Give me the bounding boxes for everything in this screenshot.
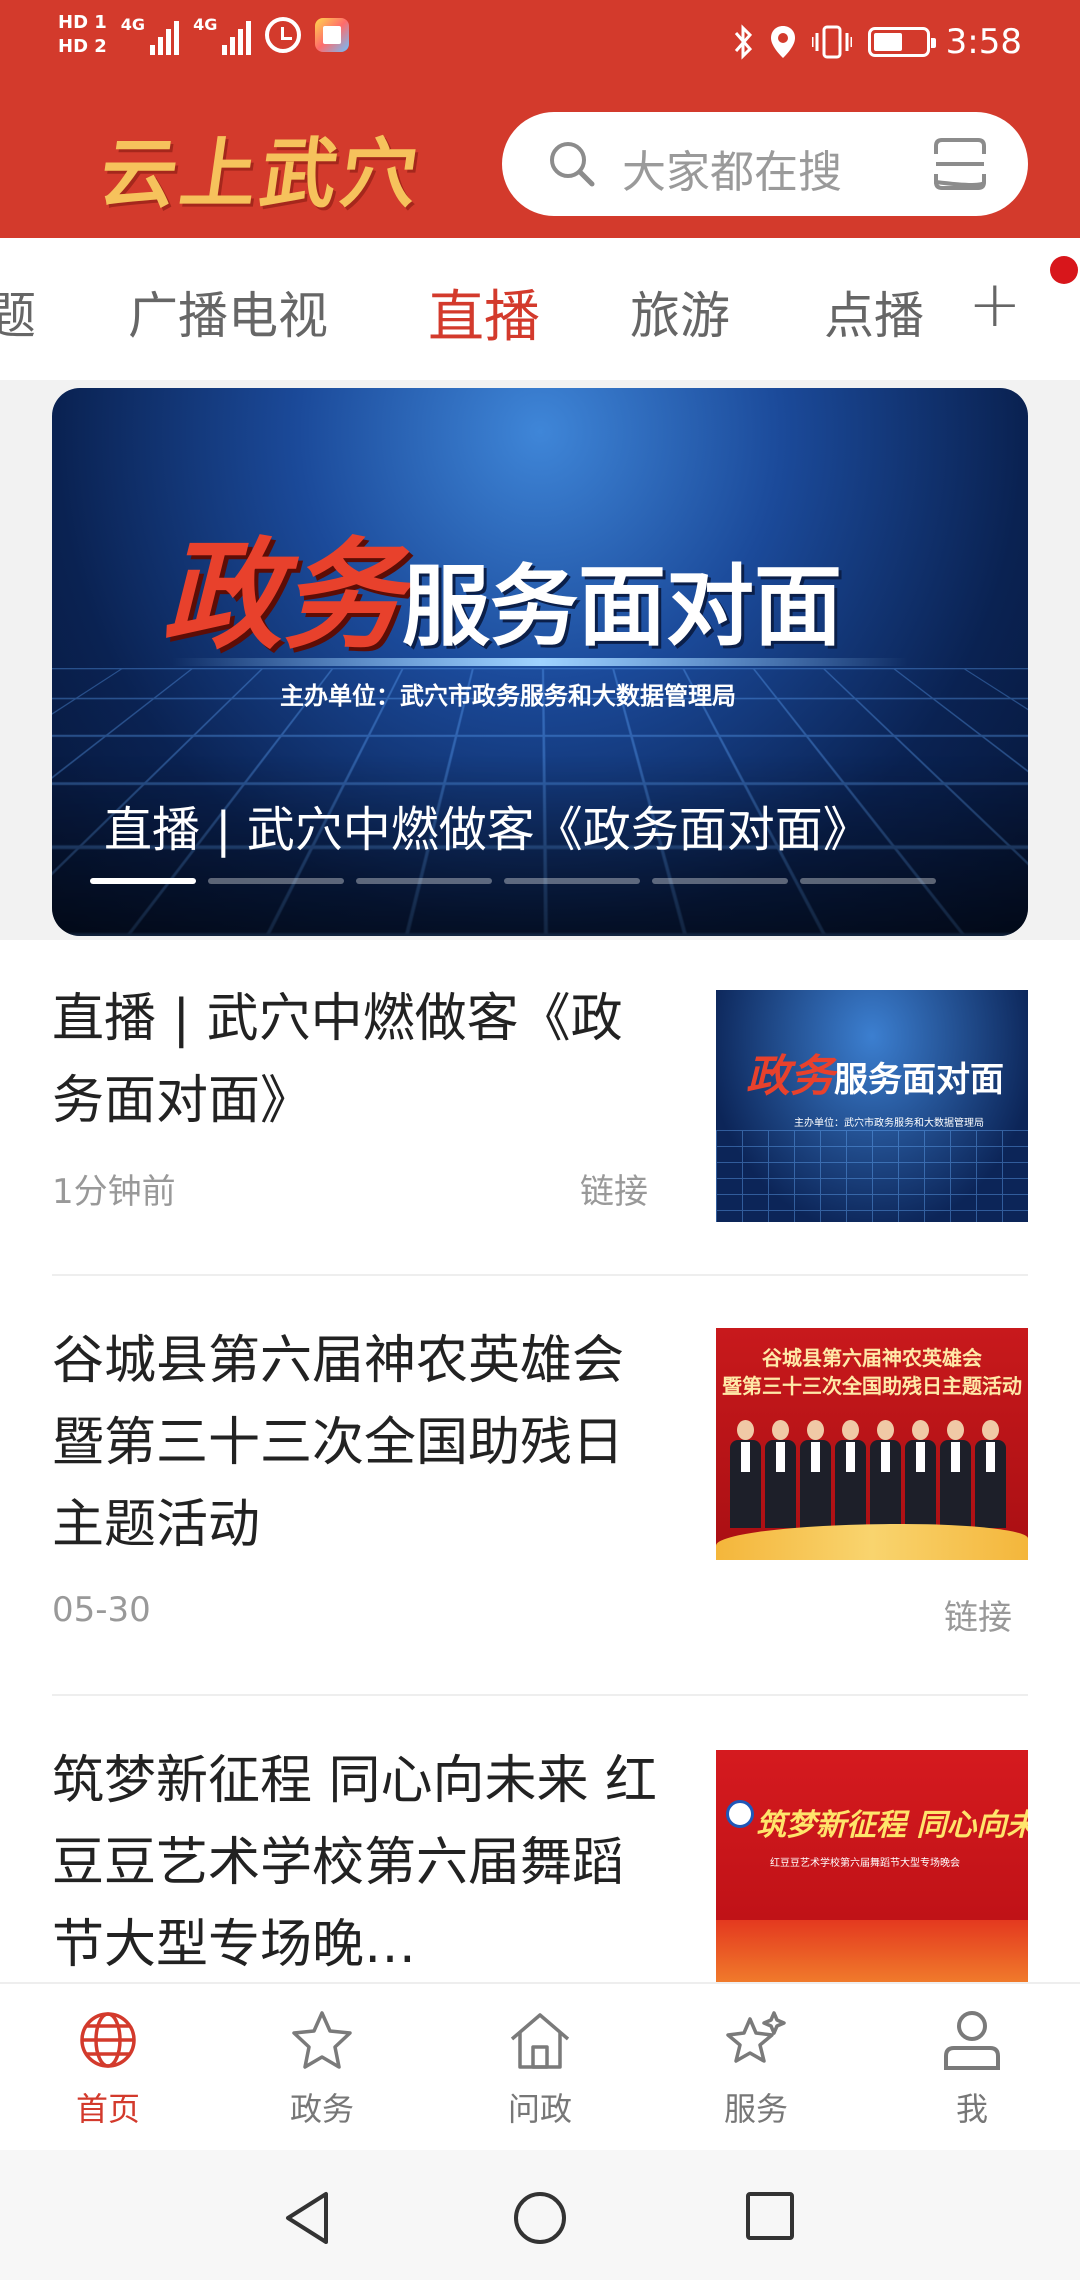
- thumbnail-skyline: [716, 1920, 1028, 1982]
- news-thumbnail: 筑梦新征程 同心向未来 红豆豆艺术学校第六届舞蹈节大型专场晚会: [716, 1750, 1028, 1982]
- tab-channel-topic[interactable]: 题: [0, 276, 36, 348]
- channel-tabs: 题 广播电视 直播 旅游 点播 +: [0, 238, 1080, 380]
- thumbnail-people: [730, 1420, 1006, 1528]
- banner-dot-active[interactable]: [90, 878, 196, 884]
- thumbnail-grid: [716, 1130, 1028, 1222]
- signal-icon: 4G: [193, 15, 252, 55]
- battery-icon: [867, 27, 936, 57]
- nav-label: 问政: [507, 2090, 572, 2128]
- banner-title-white: 服务面对面: [402, 554, 843, 658]
- nav-item-me[interactable]: 我: [892, 2002, 1052, 2130]
- school-logo-icon: [726, 1800, 754, 1828]
- divider: [52, 1274, 1028, 1276]
- thumbnail-subtitle: 暨第三十三次全国助残日主题活动: [722, 1374, 1022, 1398]
- news-title: 谷城县第六届神农英雄会暨第三十三次全国助残日主题活动: [52, 1331, 625, 1555]
- hd1-label: HD 1: [58, 12, 107, 33]
- news-title: 筑梦新征程 同心向未来 红豆豆艺术学校第六届舞蹈节大型专场晚…: [52, 1751, 658, 1975]
- thumbnail-title: 谷城县第六届神农英雄会: [762, 1346, 982, 1370]
- network-type-1: 4G: [120, 15, 146, 34]
- nav-item-inquiry[interactable]: 问政: [460, 2002, 620, 2130]
- app-header: HD 1 HD 2 4G 4G 3:58 云上武穴 大家都在搜: [0, 0, 1080, 238]
- banner-dot[interactable]: [652, 878, 788, 884]
- banner-caption: 直播 | 武穴中燃做客《政务面对面》: [104, 802, 871, 858]
- news-title: 直播 | 武穴中燃做客《政务面对面》: [52, 989, 623, 1131]
- tab-channel-broadcast-tv[interactable]: 广播电视: [128, 276, 328, 348]
- app-notification-icon: [315, 18, 350, 52]
- home-circle-icon[interactable]: [512, 2190, 568, 2250]
- nav-item-government[interactable]: 政务: [242, 2002, 402, 2130]
- search-placeholder: 大家都在搜: [622, 147, 842, 198]
- banner-dot[interactable]: [208, 878, 344, 884]
- news-tag: 链接: [944, 1598, 1012, 1638]
- battery-fill: [873, 33, 902, 51]
- hd-icon: HD 1 HD 2: [58, 14, 107, 56]
- back-icon[interactable]: [282, 2190, 334, 2250]
- thumbnail-subtitle: 红豆豆艺术学校第六届舞蹈节大型专场晚会: [770, 1858, 960, 1869]
- bluetooth-icon: [734, 24, 754, 60]
- star-icon: [242, 2002, 402, 2078]
- alarm-icon: [265, 17, 302, 53]
- thumbnail-title: 政务服务面对面: [746, 1040, 1004, 1104]
- list-item[interactable]: 直播 | 武穴中燃做客《政务面对面》 1分钟前 链接 政务服务面对面 主办单位：…: [0, 970, 1080, 1276]
- notification-dot: [1050, 256, 1078, 284]
- news-time: 1分钟前: [52, 1172, 176, 1212]
- scan-icon[interactable]: [932, 136, 988, 196]
- thumbnail-wave: [716, 1524, 1028, 1560]
- banner-dot[interactable]: [800, 878, 936, 884]
- nav-item-service[interactable]: 服务: [676, 2002, 836, 2130]
- nav-label: 服务: [723, 2090, 788, 2128]
- home-icon: [460, 2002, 620, 2078]
- banner-dot[interactable]: [356, 878, 492, 884]
- nav-label: 我: [955, 2090, 988, 2128]
- system-nav-bar: [0, 2150, 1080, 2280]
- nav-label: 政务: [289, 2090, 354, 2128]
- search-bar[interactable]: 大家都在搜: [502, 112, 1028, 216]
- news-thumbnail: 政务服务面对面 主办单位：武穴市政务服务和大数据管理局: [716, 990, 1028, 1222]
- banner-title-red: 政务: [162, 525, 402, 666]
- search-icon: [546, 138, 598, 194]
- nav-label: 首页: [75, 2090, 140, 2128]
- bottom-nav: 首页 政务 问政 服务 我: [0, 1982, 1080, 2150]
- banner-title: 政务服务面对面: [162, 498, 842, 672]
- hd2-label: HD 2: [58, 36, 107, 57]
- tab-channel-live[interactable]: 直播: [428, 272, 540, 353]
- app-logo: 云上武穴: [94, 129, 428, 218]
- thumbnail-title-red: 政务: [746, 1051, 834, 1102]
- location-icon: [770, 25, 796, 59]
- news-thumbnail: 谷城县第六届神农英雄会 暨第三十三次全国助残日主题活动: [716, 1328, 1028, 1560]
- news-tag: 链接: [580, 1172, 648, 1212]
- nav-item-home[interactable]: 首页: [28, 2002, 188, 2130]
- sparkle-star-icon: [676, 2002, 836, 2078]
- news-time: 05-30: [52, 1590, 151, 1630]
- tab-channel-travel[interactable]: 旅游: [630, 276, 730, 348]
- person-icon: [892, 2002, 1052, 2078]
- recents-icon[interactable]: [744, 2190, 796, 2246]
- banner-pagination: [90, 878, 936, 884]
- globe-icon: [28, 2002, 188, 2078]
- list-item[interactable]: 谷城县第六届神农英雄会暨第三十三次全国助残日主题活动 05-30 链接 谷城县第…: [0, 1320, 1080, 1700]
- vibrate-icon: [811, 25, 852, 59]
- clock: 3:58: [945, 22, 1022, 62]
- list-item[interactable]: 筑梦新征程 同心向未来 红豆豆艺术学校第六届舞蹈节大型专场晚… 筑梦新征程 同心…: [0, 1740, 1080, 1982]
- status-bar: HD 1 HD 2 4G 4G 3:58: [0, 0, 1080, 100]
- app-screen: HD 1 HD 2 4G 4G 3:58 云上武穴 大家都在搜 题 广播电视 直…: [0, 0, 1080, 2280]
- thumbnail-subtitle: 主办单位：武穴市政务服务和大数据管理局: [794, 1118, 984, 1129]
- featured-banner[interactable]: 政务服务面对面 主办单位：武穴市政务服务和大数据管理局 直播 | 武穴中燃做客《…: [52, 388, 1028, 936]
- tab-channel-vod[interactable]: 点播: [824, 276, 924, 348]
- signal-icon: 4G: [120, 15, 180, 55]
- divider: [52, 1694, 1028, 1696]
- thumbnail-title: 筑梦新征程 同心向未来: [756, 1808, 1028, 1843]
- network-type-2: 4G: [193, 15, 218, 34]
- banner-dot[interactable]: [504, 878, 640, 884]
- add-channel-button[interactable]: +: [968, 268, 1022, 342]
- banner-host: 主办单位：武穴市政务服务和大数据管理局: [280, 682, 736, 710]
- thumbnail-title-white: 服务面对面: [834, 1060, 1004, 1100]
